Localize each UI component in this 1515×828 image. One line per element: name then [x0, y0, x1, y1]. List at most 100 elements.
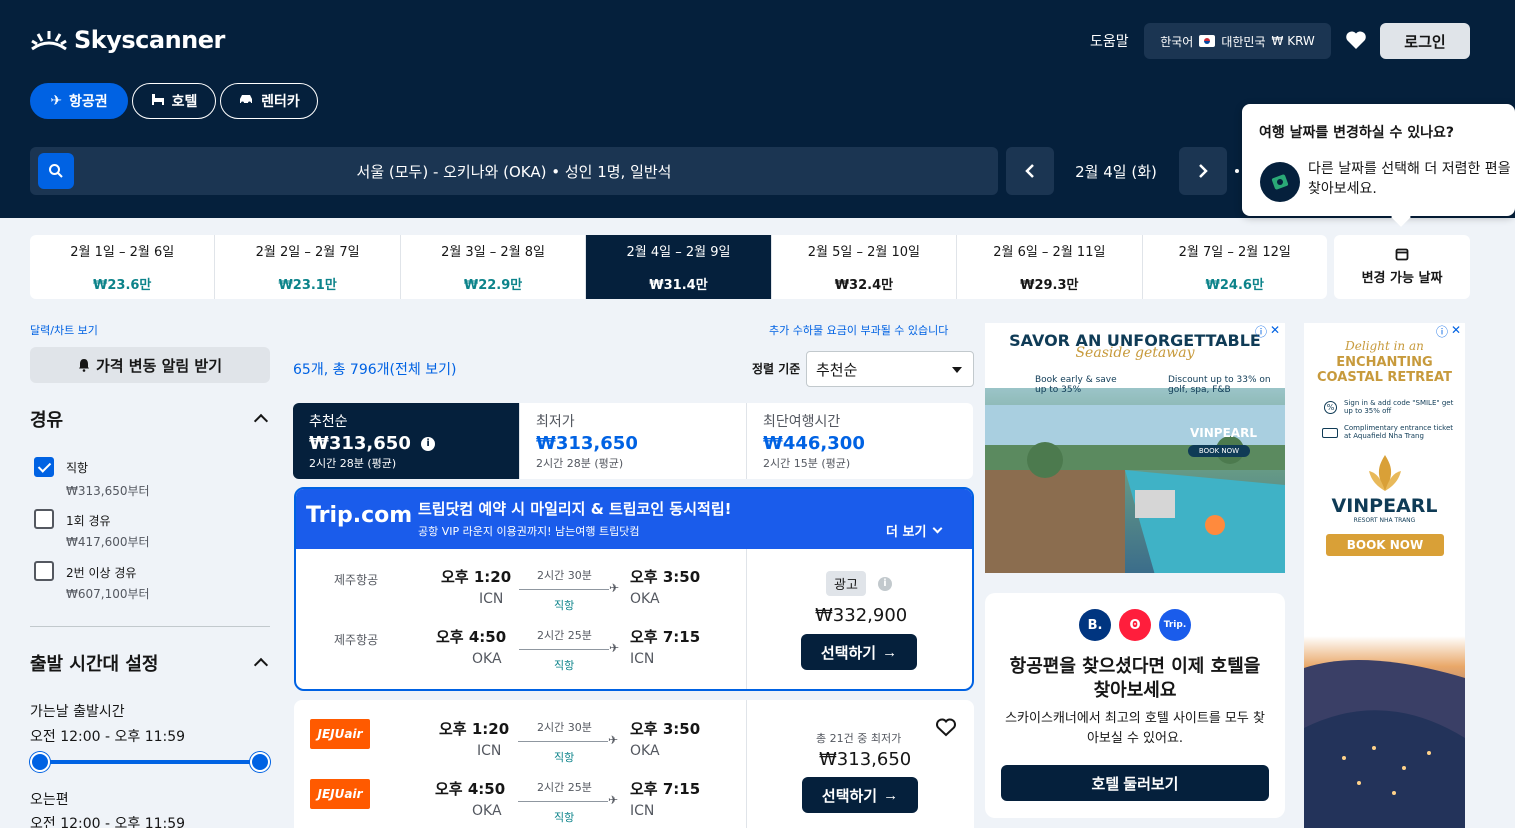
- airline-name: 제주항공: [334, 633, 379, 647]
- login-button[interactable]: 로그인: [1380, 23, 1470, 59]
- ad-close-icon[interactable]: ✕: [1270, 323, 1280, 337]
- vinpearl-ad-banner[interactable]: SAVOR AN UNFORGETTABLE Seaside getaway B…: [985, 323, 1285, 573]
- calendar-chart-link[interactable]: 달력/차트 보기: [30, 322, 98, 338]
- price-alert-label: 가격 변동 알림 받기: [95, 356, 223, 375]
- results-count[interactable]: 65개, 총 796개(전체 보기): [293, 359, 456, 379]
- browse-hotels-button[interactable]: 호텔 둘러보기: [1001, 765, 1269, 801]
- previous-date-button[interactable]: [1006, 147, 1054, 195]
- ad-close-icon[interactable]: ✕: [1451, 323, 1461, 337]
- favorites-heart-icon[interactable]: [1344, 28, 1368, 56]
- tab-flights[interactable]: ✈ 항공권: [30, 83, 128, 119]
- arrival-time: 오후 7:15: [630, 628, 701, 646]
- search-summary-bar[interactable]: 서울 (모두) - 오키나와 (OKA) • 성인 1명, 일반석: [30, 147, 998, 195]
- skyscanner-logo[interactable]: Skyscanner: [30, 26, 225, 54]
- date-option-selected[interactable]: 2월 4일 – 2월 9일 ₩31.4만: [586, 235, 772, 299]
- plane-icon: ✈: [608, 733, 619, 747]
- departure-time: 오후 4:50: [436, 628, 507, 646]
- sponsor-subline: 공항 VIP 라운지 이용권까지! 남는여행 트립닷컴: [418, 525, 640, 538]
- sort-tab-duration: 2시간 15분 (평균): [763, 457, 851, 470]
- tab-fastest[interactable]: 최단여행시간 ₩446,300 2시간 15분 (평균): [747, 403, 973, 479]
- departure-time: 오후 1:20: [439, 720, 510, 738]
- date-price: ₩23.6만: [93, 278, 152, 293]
- adchoices-info-icon[interactable]: ⓘ: [1436, 323, 1448, 340]
- date-option[interactable]: 2월 1일 – 2월 6일 ₩23.6만: [30, 235, 216, 299]
- date-option[interactable]: 2월 2일 – 2월 7일 ₩23.1만: [215, 235, 401, 299]
- flight-duration: 2시간 30분: [537, 721, 592, 734]
- tab-cheapest[interactable]: 최저가 ₩313,650 2시간 28분 (평균): [520, 403, 747, 479]
- sort-tab-price: ₩313,650: [536, 433, 638, 454]
- plane-icon: ✈: [609, 581, 620, 595]
- tab-car-hire[interactable]: 렌터카: [220, 83, 318, 119]
- sponsored-result-card[interactable]: Trip.com 트립닷컴 예약 시 마일리지 & 트립코인 동시적립! 공항 …: [294, 487, 974, 691]
- info-icon[interactable]: i: [421, 437, 436, 451]
- ad-book-now[interactable]: BOOK NOW: [1188, 445, 1250, 457]
- stops-two-plus-checkbox[interactable]: [34, 561, 54, 581]
- date-option[interactable]: 2월 3일 – 2월 8일 ₩22.9만: [401, 235, 587, 299]
- locale-selector[interactable]: 한국어 대한민국 ₩ KRW: [1144, 23, 1331, 59]
- select-label: 선택하기: [820, 644, 877, 662]
- save-heart-icon[interactable]: [935, 717, 957, 741]
- flexible-dates-button[interactable]: 변경 가능 날짜: [1334, 235, 1470, 299]
- info-icon[interactable]: i: [878, 577, 892, 591]
- date-range: 2월 6일 – 2월 11일: [993, 245, 1106, 260]
- tab-hotels[interactable]: 호텔: [132, 83, 216, 119]
- search-button[interactable]: [38, 153, 74, 189]
- outbound-slider-max-handle[interactable]: [250, 752, 270, 772]
- select-button[interactable]: 선택하기 →: [802, 777, 918, 813]
- route-line: [519, 589, 609, 590]
- caret-down-icon: [952, 367, 962, 373]
- hotel-promo-desc: 스카이스캐너에서 최고의 호텔 사이트를 모두 찾아보실 수 있어요.: [1005, 711, 1265, 746]
- coastal-night-image: [1304, 660, 1465, 828]
- adchoices-info-icon[interactable]: ⓘ: [1255, 323, 1267, 340]
- sort-dropdown[interactable]: 추천순: [806, 351, 974, 387]
- deals-count: 총 21건 중 최저가: [816, 732, 902, 745]
- departure-airport: OKA: [472, 803, 502, 819]
- date-price: ₩29.3만: [1020, 278, 1079, 293]
- sort-value: 추천순: [816, 360, 858, 379]
- stops-label: 직항: [554, 751, 575, 764]
- stops-filter-title: 경유: [30, 410, 64, 431]
- currency-label: ₩ KRW: [1271, 34, 1315, 48]
- select-button[interactable]: 선택하기 →: [801, 634, 917, 670]
- ad-offer: Sign in & add code "SMILE" get up to 35%…: [1344, 399, 1454, 415]
- sponsor-banner[interactable]: Trip.com 트립닷컴 예약 시 마일리지 & 트립코인 동시적립! 공항 …: [296, 489, 972, 549]
- date-price: ₩22.9만: [463, 278, 523, 293]
- outbound-time-slider-track[interactable]: [40, 760, 260, 764]
- chevron-up-icon[interactable]: [253, 657, 269, 673]
- outbound-time-range: 오전 12:00 - 오후 11:59: [30, 729, 186, 745]
- baggage-fee-notice[interactable]: 추가 수하물 요금이 부과될 수 있습니다: [769, 322, 948, 338]
- date-option[interactable]: 2월 6일 – 2월 11일 ₩29.3만: [957, 235, 1143, 299]
- ad-offer: Discount up to 33% on golf, spa, F&B: [1168, 375, 1271, 395]
- departure-time: 오후 4:50: [435, 780, 506, 798]
- help-link[interactable]: 도움말: [1090, 31, 1129, 51]
- price-alert-button[interactable]: 가격 변동 알림 받기: [30, 347, 270, 383]
- flight-result-card[interactable]: JEJUair 오후 1:20 ICN 2시간 30분 ✈ 직항 오후 3:50…: [294, 700, 974, 828]
- stops-one-label: 1회 경유: [66, 514, 111, 528]
- arrival-airport: ICN: [630, 651, 655, 667]
- tab-best[interactable]: 추천순 ₩313,650 i 2시간 28분 (평균): [293, 403, 520, 479]
- sort-label: 정렬 기준: [752, 362, 801, 376]
- sort-tab-duration: 2시간 28분 (평균): [536, 457, 624, 470]
- price: ₩313,650: [819, 749, 912, 770]
- date-option[interactable]: 2월 7일 – 2월 12일 ₩24.6만: [1143, 235, 1327, 299]
- stops-label: 직항: [554, 599, 575, 612]
- stops-one-checkbox[interactable]: [34, 509, 54, 529]
- outbound-slider-min-handle[interactable]: [30, 752, 50, 772]
- arrival-time: 오후 3:50: [630, 720, 701, 738]
- chevron-up-icon[interactable]: [253, 413, 269, 429]
- bed-icon: [151, 93, 165, 109]
- vinpearl-skyscraper-ad[interactable]: Delight in an ENCHANTING COASTAL RETREAT…: [1304, 323, 1465, 828]
- return-time-range: 오전 12:00 - 오후 11:59: [30, 816, 186, 828]
- hotels-logo-icon: ʘ: [1119, 609, 1151, 641]
- stops-label: 직항: [554, 659, 575, 672]
- current-date[interactable]: 2월 4일 (화): [1060, 147, 1172, 195]
- card-divider: [746, 700, 747, 828]
- date-range: 2월 7일 – 2월 12일: [1178, 245, 1291, 260]
- route-line: [518, 741, 608, 742]
- next-date-button[interactable]: [1179, 147, 1227, 195]
- ad-book-now[interactable]: BOOK NOW: [1326, 534, 1444, 556]
- sponsor-more-button[interactable]: 더 보기: [886, 521, 943, 540]
- ad-title: ENCHANTING COASTAL RETREAT: [1317, 355, 1452, 385]
- date-option[interactable]: 2월 5일 – 2월 10일 ₩32.4만: [772, 235, 958, 299]
- stops-direct-checkbox[interactable]: [34, 457, 54, 477]
